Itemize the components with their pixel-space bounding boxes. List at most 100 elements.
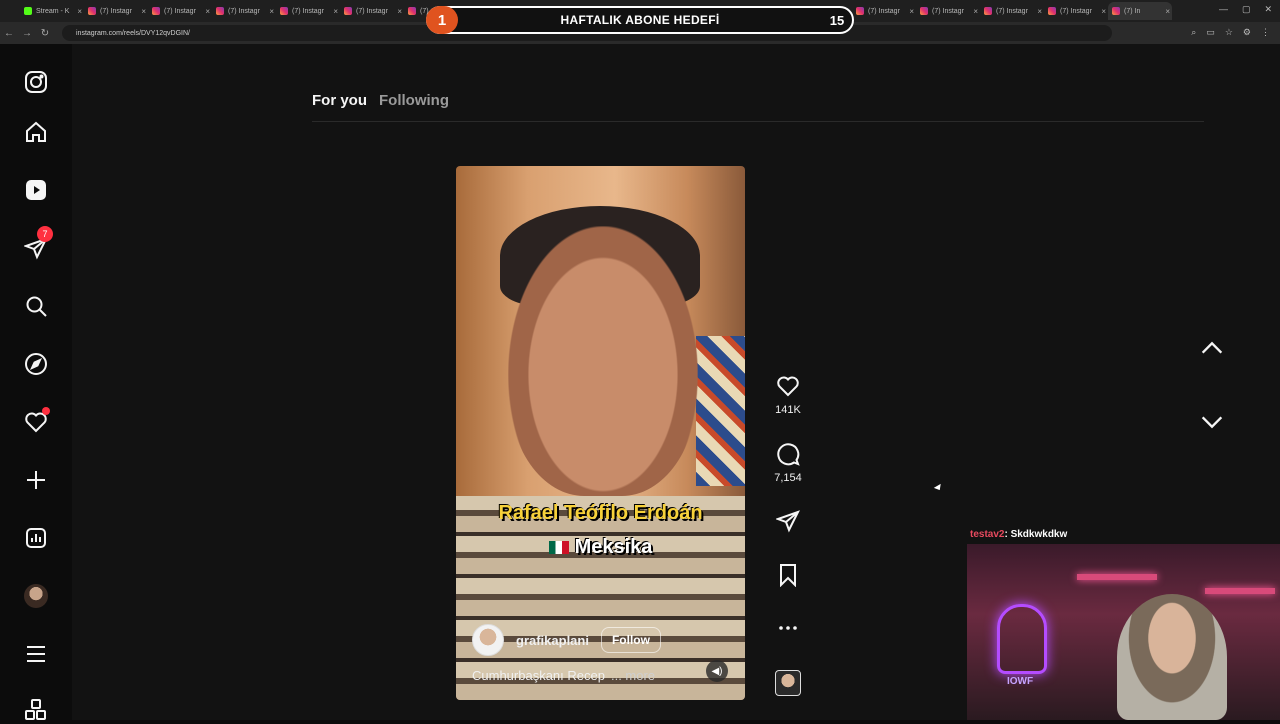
volume-icon[interactable]: ◀) xyxy=(706,660,728,682)
explore-icon[interactable] xyxy=(22,350,50,378)
extensions-icon[interactable]: ⚙ xyxy=(1243,27,1251,38)
chevron-down-icon[interactable] xyxy=(1198,408,1226,436)
close-tab-icon[interactable]: × xyxy=(1165,7,1170,16)
browser-tab[interactable]: Stream - K × xyxy=(20,2,84,20)
subscriber-goal-overlay: 1 HAFTALIK ABONE HEDEFİ 15 xyxy=(426,6,854,34)
follow-button[interactable]: Follow xyxy=(600,627,661,653)
more-options-action[interactable] xyxy=(770,616,806,640)
close-tab-icon[interactable]: × xyxy=(973,7,978,16)
instagram-icon xyxy=(1112,7,1120,15)
close-tab-icon[interactable]: × xyxy=(333,7,338,16)
browser-tab-label: (7) Instagr xyxy=(356,7,388,15)
browser-menu-icon[interactable]: ⋮ xyxy=(1261,27,1270,38)
browser-tab[interactable]: (7) Instagr × xyxy=(276,2,340,20)
tab-following[interactable]: Following xyxy=(379,92,449,109)
neon-sign-text: IOWF xyxy=(1007,676,1034,687)
avatar xyxy=(24,584,48,608)
instagram-icon xyxy=(280,7,288,15)
likes-count: 141K xyxy=(775,404,801,416)
save-action[interactable] xyxy=(770,563,806,587)
browser-tab[interactable]: (7) Instagr × xyxy=(980,2,1044,20)
heart-icon[interactable] xyxy=(776,374,800,398)
search-icon[interactable] xyxy=(22,292,50,320)
tab-for-you[interactable]: For you xyxy=(312,92,367,109)
webcam-feed: IOWF xyxy=(967,544,1280,720)
more-link[interactable]: ... more xyxy=(611,668,655,683)
menu-icon[interactable] xyxy=(22,640,50,668)
like-action[interactable]: 141K xyxy=(770,374,806,416)
comment-action[interactable]: 7,154 xyxy=(770,442,806,484)
author-avatar[interactable] xyxy=(472,624,504,656)
close-tab-icon[interactable]: × xyxy=(1101,7,1106,16)
reel-author: grafikaplani Follow xyxy=(472,624,661,656)
browser-tab-label: (7) Instagr xyxy=(868,7,900,15)
create-icon[interactable] xyxy=(22,466,50,494)
background-tiles xyxy=(696,336,745,486)
browser-tab[interactable]: (7) Instagr × xyxy=(212,2,276,20)
author-username[interactable]: grafikaplani xyxy=(516,633,589,648)
dashboard-icon[interactable] xyxy=(22,524,50,552)
description-text: Cumhurbaşkanı Recep xyxy=(472,668,605,683)
goal-title: HAFTALIK ABONE HEDEFİ xyxy=(560,13,720,27)
close-tab-icon[interactable]: × xyxy=(1037,7,1042,16)
close-tab-icon[interactable]: × xyxy=(269,7,274,16)
reels-icon[interactable] xyxy=(22,176,50,204)
minimize-icon[interactable]: — xyxy=(1219,4,1228,15)
forward-icon[interactable]: → xyxy=(18,28,36,39)
audio-thumbnail[interactable] xyxy=(775,670,801,696)
bookmark-star-icon[interactable]: ☆ xyxy=(1225,27,1233,38)
mexico-flag-icon xyxy=(548,541,569,555)
close-window-icon[interactable]: ✕ xyxy=(1264,4,1272,15)
browser-tab-label: (7) Instagr xyxy=(932,7,964,15)
close-tab-icon[interactable]: × xyxy=(909,7,914,16)
browser-tab[interactable]: (7) Instagr × xyxy=(340,2,404,20)
neon-shelf xyxy=(1077,574,1157,580)
face xyxy=(508,226,698,496)
browser-tab[interactable]: (7) Instagr × xyxy=(1044,2,1108,20)
instagram-icon xyxy=(216,7,224,15)
zoom-icon[interactable]: ⌕ xyxy=(1191,27,1196,38)
share-action[interactable] xyxy=(770,509,806,533)
reel-video[interactable]: Rafael Teófilo Erdoán Meksika grafikapla… xyxy=(456,166,745,700)
browser-tab[interactable]: (7) Instagr × xyxy=(84,2,148,20)
back-icon[interactable]: ← xyxy=(0,28,18,39)
browser-tab[interactable]: (7) Instagr × xyxy=(148,2,212,20)
profile-avatar[interactable] xyxy=(22,582,50,610)
restore-icon[interactable]: ▢ xyxy=(1242,4,1251,15)
instagram-icon xyxy=(344,7,352,15)
cast-icon[interactable]: ▭ xyxy=(1206,27,1215,38)
reel-description: Cumhurbaşkanı Recep ... more xyxy=(472,668,655,683)
goal-current: 1 xyxy=(426,6,458,34)
share-icon[interactable] xyxy=(776,509,800,533)
close-tab-icon[interactable]: × xyxy=(77,7,82,16)
browser-tab[interactable]: (7) Instagr × xyxy=(916,2,980,20)
bookmark-icon[interactable] xyxy=(776,563,800,587)
goal-target: 15 xyxy=(829,12,845,28)
instagram-icon xyxy=(856,7,864,15)
reload-icon[interactable]: ↻ xyxy=(36,28,54,39)
browser-tab[interactable]: (7) In × xyxy=(1108,2,1172,20)
window-controls: — ▢ ✕ xyxy=(1219,4,1272,15)
close-tab-icon[interactable]: × xyxy=(205,7,210,16)
browser-tab[interactable]: (7) Instagr × xyxy=(852,2,916,20)
caption-country-line: Meksika xyxy=(456,536,745,559)
close-tab-icon[interactable]: × xyxy=(397,7,402,16)
reel-navigation xyxy=(1198,334,1226,436)
instagram-logo-icon[interactable] xyxy=(22,68,50,96)
notification-dot xyxy=(42,407,50,415)
more-options-icon[interactable] xyxy=(776,616,800,640)
browser-tab-label: (7) Instagr xyxy=(996,7,1028,15)
browser-tab-label: (7) Instagr xyxy=(1060,7,1092,15)
comments-count: 7,154 xyxy=(774,472,802,484)
notifications-icon[interactable] xyxy=(22,407,50,436)
messages-icon[interactable]: 7 xyxy=(22,226,53,262)
caption-country: Meksika xyxy=(574,536,653,558)
instagram-icon xyxy=(408,7,416,15)
comment-icon[interactable] xyxy=(776,442,800,466)
chevron-up-icon[interactable] xyxy=(1198,334,1226,362)
audio-action[interactable] xyxy=(770,670,806,696)
home-icon[interactable] xyxy=(22,118,50,146)
browser-tab-label: (7) Instagr xyxy=(100,7,132,15)
instagram-sidebar: 7 xyxy=(0,44,72,720)
close-tab-icon[interactable]: × xyxy=(141,7,146,16)
